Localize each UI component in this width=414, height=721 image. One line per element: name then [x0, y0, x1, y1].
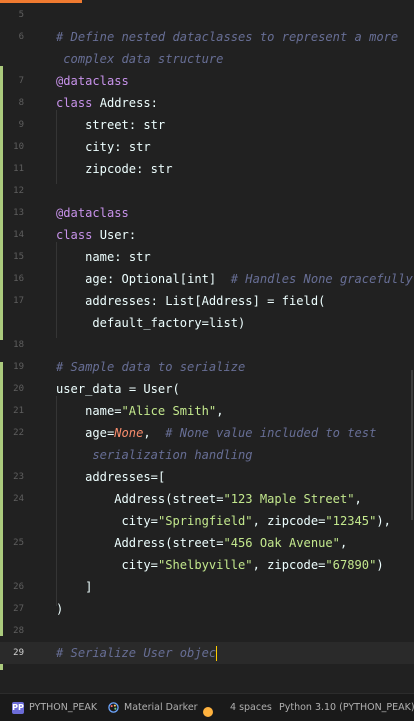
code-text: # Sample data to serialize — [56, 360, 246, 374]
code-line[interactable]: city="Springfield", zipcode="12345"), — [0, 510, 414, 532]
code-text: ] — [85, 580, 93, 594]
code-line[interactable]: 14 class User: — [0, 224, 414, 246]
code-text: city="Shelbyville", zipcode="67890") — [121, 558, 384, 572]
code-line[interactable]: 29 # Serialize User objec — [0, 642, 414, 664]
line-number: 20 — [13, 384, 24, 394]
code-text: street: str — [85, 118, 166, 132]
code-line[interactable]: 19 # Sample data to serialize — [0, 356, 414, 378]
code-line[interactable]: 7 @dataclass — [0, 70, 414, 92]
code-text: addresses=[ — [85, 470, 166, 484]
indent-widget[interactable]: 4 spaces — [230, 694, 272, 721]
code-line[interactable]: 21 name="Alice Smith", — [0, 400, 414, 422]
status-bar: PP PYTHON_PEAK Material Darker 4 spaces P… — [0, 693, 414, 721]
code-text: # Define nested dataclasses to represent… — [56, 30, 399, 44]
code-text: Address(street="456 Oak Avenue", — [114, 536, 348, 550]
code-text: class User: — [56, 228, 137, 242]
line-number: 9 — [18, 120, 24, 130]
code-text: complex data structure — [56, 52, 224, 66]
line-number: 23 — [13, 472, 24, 482]
line-number: 25 — [13, 538, 24, 548]
line-number: 12 — [13, 186, 24, 196]
theme-widget[interactable]: Material Darker — [108, 694, 198, 721]
line-number: 29 — [13, 648, 24, 658]
line-number: 10 — [13, 142, 24, 152]
code-text: ) — [56, 602, 64, 616]
code-line[interactable]: 28 — [0, 620, 414, 642]
code-line[interactable]: 26 ] — [0, 576, 414, 598]
code-line[interactable]: 20 user_data = User( — [0, 378, 414, 400]
code-text: name="Alice Smith", — [85, 404, 224, 418]
line-number: 8 — [18, 98, 24, 108]
code-line[interactable]: complex data structure — [0, 48, 414, 70]
code-line[interactable]: 17 addresses: List[Address] = field( — [0, 290, 414, 312]
line-number: 14 — [13, 230, 24, 240]
scrollbar-thumb[interactable] — [411, 370, 413, 520]
code-line[interactable]: 11 zipcode: str — [0, 158, 414, 180]
line-number: 24 — [13, 494, 24, 504]
project-icon: PP — [12, 701, 24, 714]
project-name: PYTHON_PEAK — [29, 702, 98, 713]
line-number: 28 — [13, 626, 24, 636]
line-number: 18 — [13, 340, 24, 350]
code-text: age=None, # None value included to test — [85, 426, 377, 440]
line-number: 15 — [13, 252, 24, 262]
code-text: @dataclass — [56, 206, 129, 220]
line-number: 6 — [18, 32, 24, 42]
notifications-button[interactable] — [203, 694, 213, 721]
code-line[interactable]: serialization handling — [0, 444, 414, 466]
code-line[interactable]: city="Shelbyville", zipcode="67890") — [0, 554, 414, 576]
code-line[interactable]: 23 addresses=[ — [0, 466, 414, 488]
code-line[interactable]: 9 street: str — [0, 114, 414, 136]
line-number: 27 — [13, 604, 24, 614]
code-text: zipcode: str — [85, 162, 173, 176]
interpreter-widget[interactable]: Python 3.10 (PYTHON_PEAK) — [279, 694, 414, 721]
code-line[interactable]: 8 class Address: — [0, 92, 414, 114]
code-line[interactable]: 25 Address(street="456 Oak Avenue", — [0, 532, 414, 554]
line-number: 11 — [13, 164, 24, 174]
code-text: city="Springfield", zipcode="12345"), — [121, 514, 391, 528]
code-line[interactable]: 27) — [0, 598, 414, 620]
code-line[interactable]: 5 — [0, 4, 414, 26]
theme-name: Material Darker — [124, 702, 198, 713]
line-number: 21 — [13, 406, 24, 416]
code-line[interactable]: 12 — [0, 180, 414, 202]
notification-dot-icon — [203, 706, 213, 717]
line-number: 19 — [13, 362, 24, 372]
text-caret — [216, 646, 218, 661]
code-text: @dataclass — [56, 74, 129, 88]
code-editor[interactable]: 5 6 # Define nested dataclasses to represe… — [0, 0, 414, 693]
line-number: 5 — [18, 10, 24, 20]
code-line[interactable]: 15 name: str — [0, 246, 414, 268]
palette-icon — [108, 702, 119, 713]
code-text: age: Optional[int] # Handles None gracef… — [85, 272, 413, 286]
code-text: user_data = User( — [56, 382, 180, 396]
line-number: 7 — [18, 76, 24, 86]
line-number: 13 — [13, 208, 24, 218]
code-text: name: str — [85, 250, 151, 264]
code-line[interactable]: 18 — [0, 334, 414, 356]
code-text: addresses: List[Address] = field( — [85, 294, 326, 308]
code-text: Address(street="123 Maple Street", — [114, 492, 362, 506]
code-line[interactable]: 16 age: Optional[int] # Handles None gra… — [0, 268, 414, 290]
code-line[interactable]: default_factory=list) — [0, 312, 414, 334]
line-number: 22 — [13, 428, 24, 438]
line-number: 16 — [13, 274, 24, 284]
project-widget[interactable]: PP PYTHON_PEAK — [12, 694, 97, 721]
code-text: serialization handling — [56, 448, 253, 462]
code-text: class Address: — [56, 96, 158, 110]
vertical-scrollbar[interactable] — [406, 0, 414, 693]
code-line[interactable]: 10 city: str — [0, 136, 414, 158]
active-tab-indicator — [0, 0, 82, 3]
code-line[interactable]: 24 Address(street="123 Maple Street", — [0, 488, 414, 510]
code-line[interactable]: 22 age=None, # None value included to te… — [0, 422, 414, 444]
code-text: default_factory=list) — [92, 316, 246, 330]
code-text: # Serialize User objec — [56, 646, 218, 661]
code-text: city: str — [85, 140, 151, 154]
code-line[interactable]: 6 # Define nested dataclasses to represen… — [0, 26, 414, 48]
code-line[interactable]: 13 @dataclass — [0, 202, 414, 224]
line-number: 26 — [13, 582, 24, 592]
line-number: 17 — [13, 296, 24, 306]
